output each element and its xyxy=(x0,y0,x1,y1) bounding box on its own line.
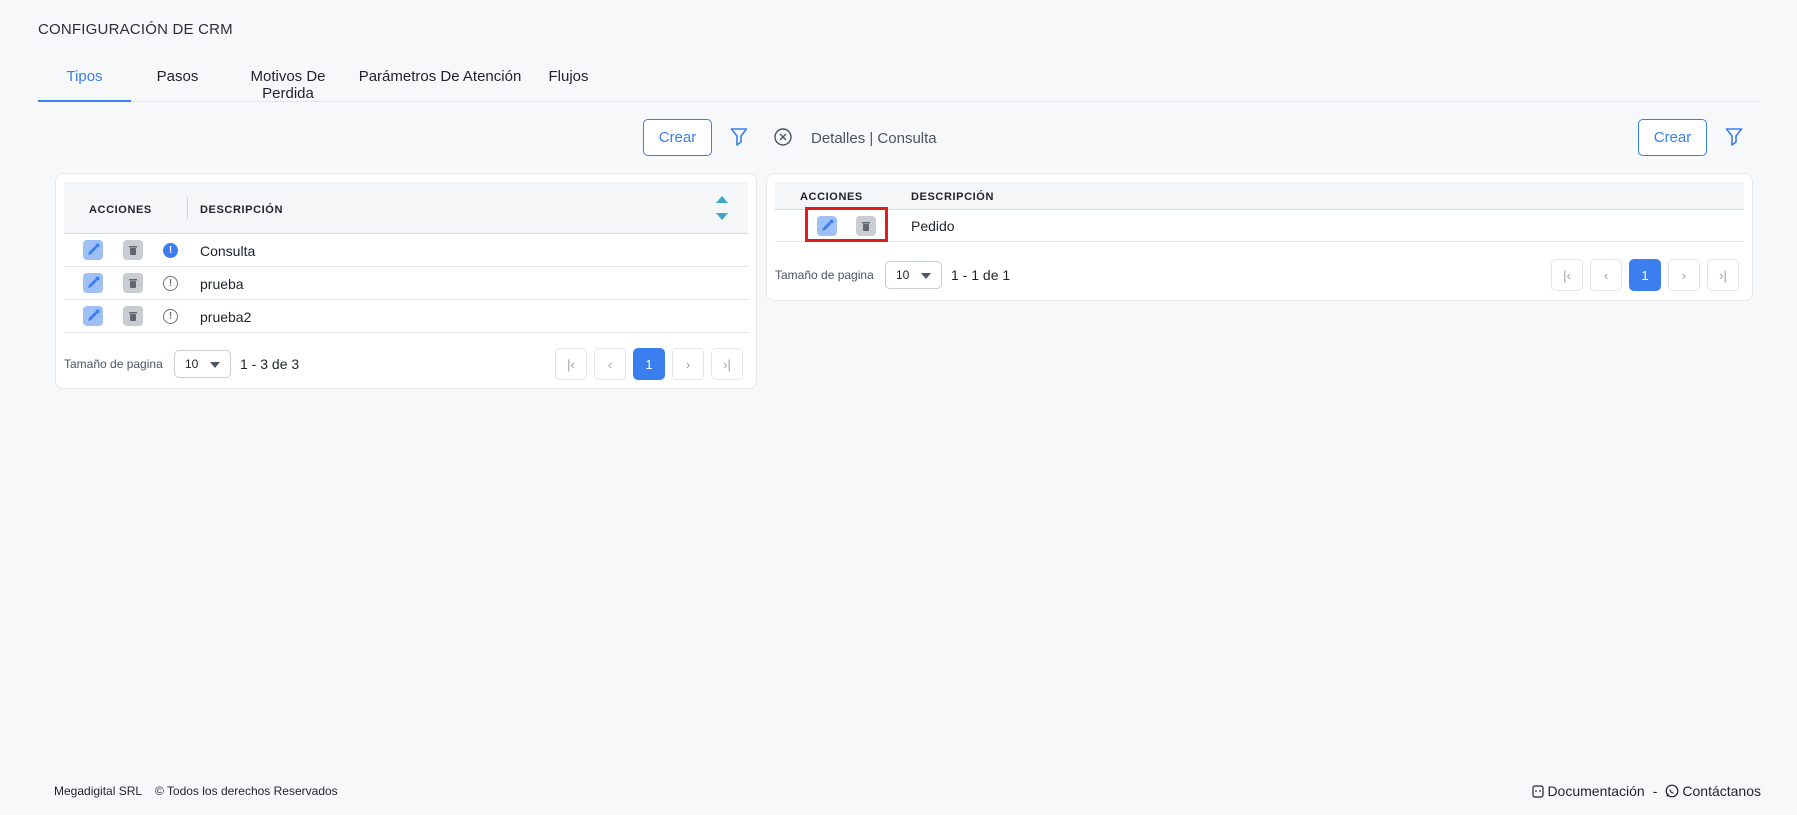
info-icon[interactable]: ! xyxy=(163,309,178,324)
actions-highlight-box xyxy=(805,207,888,242)
pagination-range: 1 - 1 de 1 xyxy=(951,267,1011,283)
info-icon[interactable]: ! xyxy=(163,276,178,291)
close-circle-icon[interactable] xyxy=(771,125,795,149)
actions-column-header: ACCIONES xyxy=(89,204,152,216)
footer-copyright: Megadigital SRL © Todos los derechos Res… xyxy=(54,784,338,798)
page-size-label: Tamaño de pagina xyxy=(64,357,163,371)
edit-icon[interactable] xyxy=(83,306,103,326)
page-size-select[interactable]: 10 xyxy=(174,350,231,378)
next-page-button[interactable]: › xyxy=(672,348,704,380)
trash-icon[interactable] xyxy=(123,240,143,260)
document-icon xyxy=(1532,784,1545,798)
edit-icon[interactable] xyxy=(83,273,103,293)
edit-icon[interactable] xyxy=(83,240,103,260)
tab-motivos-de-perdida[interactable]: Motivos De Perdida xyxy=(224,56,352,102)
details-label: Detalles | Consulta xyxy=(811,130,937,147)
page-size-label: Tamaño de pagina xyxy=(775,268,874,282)
footer-separator: - xyxy=(1652,783,1658,799)
trash-icon[interactable] xyxy=(123,273,143,293)
table-row[interactable]: ! prueba xyxy=(64,267,748,300)
prev-page-button[interactable]: ‹ xyxy=(594,348,626,380)
row-description: prueba xyxy=(200,276,244,292)
page-1-button[interactable]: 1 xyxy=(633,348,665,380)
chevron-down-icon xyxy=(210,362,220,368)
pagination-range: 1 - 3 de 3 xyxy=(240,356,300,372)
right-table-card: ACCIONES DESCRIPCIÓN Pedido Tamaño de pa… xyxy=(766,173,1753,301)
sort-icon[interactable] xyxy=(715,193,729,226)
last-page-button[interactable]: ›| xyxy=(711,348,743,380)
next-page-button[interactable]: › xyxy=(1668,259,1700,291)
right-table-header: ACCIONES DESCRIPCIÓN xyxy=(775,182,1744,210)
right-create-button[interactable]: Crear xyxy=(1638,119,1707,156)
left-table-header: ACCIONES DESCRIPCIÓN xyxy=(64,182,748,234)
row-description: Pedido xyxy=(911,218,955,234)
documentation-link[interactable]: Documentación xyxy=(1532,783,1645,799)
trash-icon[interactable] xyxy=(123,306,143,326)
whatsapp-icon xyxy=(1665,784,1679,798)
row-description: Consulta xyxy=(200,243,256,259)
left-table-card: ACCIONES DESCRIPCIÓN ! Consulta ! prueba xyxy=(55,173,757,389)
page-title: CONFIGURACIÓN DE CRM xyxy=(38,21,233,38)
prev-page-button[interactable]: ‹ xyxy=(1590,259,1622,291)
page-size-select[interactable]: 10 xyxy=(885,261,942,289)
chevron-down-icon xyxy=(921,273,931,279)
tab-parametros-de-atencion[interactable]: Parámetros De Atención xyxy=(352,56,528,102)
tab-tipos[interactable]: Tipos xyxy=(38,56,131,102)
tab-pasos[interactable]: Pasos xyxy=(131,56,224,102)
footer-links: Documentación - Contáctanos xyxy=(1532,783,1761,799)
tab-bar: Tipos Pasos Motivos De Perdida Parámetro… xyxy=(38,56,1760,102)
footer-company: Megadigital SRL xyxy=(54,784,142,798)
right-filter-icon[interactable] xyxy=(1722,125,1746,149)
first-page-button[interactable]: |‹ xyxy=(1551,259,1583,291)
table-row[interactable]: Pedido xyxy=(775,210,1744,242)
contact-link[interactable]: Contáctanos xyxy=(1665,783,1761,799)
table-row[interactable]: ! Consulta xyxy=(64,234,748,267)
table-row[interactable]: ! prueba2 xyxy=(64,300,748,333)
row-description: prueba2 xyxy=(200,309,252,325)
tab-flujos[interactable]: Flujos xyxy=(528,56,609,102)
left-filter-icon[interactable] xyxy=(727,125,751,149)
footer-rights: © Todos los derechos Reservados xyxy=(154,784,338,798)
last-page-button[interactable]: ›| xyxy=(1707,259,1739,291)
page-1-button[interactable]: 1 xyxy=(1629,259,1661,291)
info-icon[interactable]: ! xyxy=(163,243,178,258)
description-column-header[interactable]: DESCRIPCIÓN xyxy=(200,204,283,216)
first-page-button[interactable]: |‹ xyxy=(555,348,587,380)
description-column-header[interactable]: DESCRIPCIÓN xyxy=(911,191,994,203)
left-create-button[interactable]: Crear xyxy=(643,119,712,156)
actions-column-header: ACCIONES xyxy=(800,191,863,203)
